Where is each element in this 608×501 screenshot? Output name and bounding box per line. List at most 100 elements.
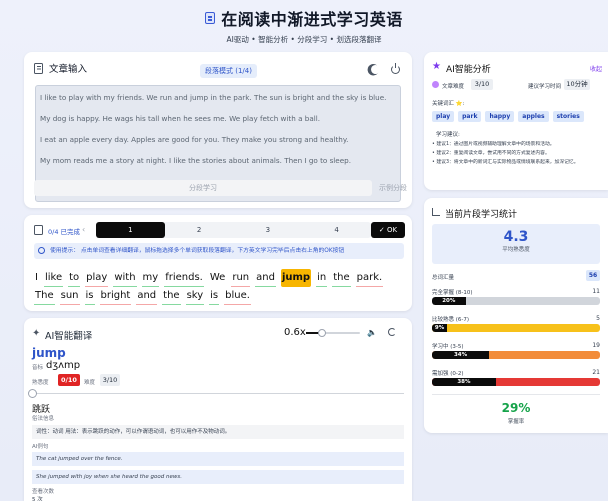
mastery-rate: 29% [501, 401, 531, 415]
usage-hint-text: 使用提示： 点击单词查看详细翻译，鼠标拖选择多个单词获取段落翻译，下方英文学习完… [50, 248, 345, 254]
reading-word[interactable]: is [84, 287, 95, 305]
difficulty-value: 3/10 [100, 374, 120, 386]
reading-word[interactable]: the [162, 287, 181, 305]
reading-word[interactable]: The [34, 287, 55, 305]
segment-stats-card: 当前片段学习统计 4.3 平均熟悉度 总词汇量 56 完全掌握 (8-10) 11… [424, 198, 608, 433]
refresh-icon[interactable] [388, 328, 396, 336]
reading-word[interactable]: bright [99, 287, 132, 305]
examples-label: AI例句 [32, 444, 49, 450]
stat-count: 19 [592, 342, 600, 349]
speed-slider[interactable] [306, 329, 360, 337]
segments-icon [34, 225, 43, 235]
article-difficulty-label: 文章难度 [442, 84, 465, 90]
reading-word[interactable]: jump [280, 269, 312, 287]
stat-bar-fill: 20% [432, 297, 466, 305]
page-subtitle: AI驱动 • 智能分析 • 分段学习 • 划选段落翻译 [226, 35, 382, 44]
sparkle-icon: ✦ [32, 328, 41, 339]
segment-tab-4[interactable]: 4 [302, 222, 371, 238]
selected-word: jump [32, 346, 66, 360]
reading-word[interactable]: the [332, 269, 351, 287]
segment-tab-1[interactable]: 1 [96, 222, 165, 238]
view-count: 5 次 [32, 497, 43, 501]
reading-word[interactable]: sun [59, 287, 80, 305]
stat-label: 需加强 (0-2) [432, 371, 464, 377]
segment-tab-3[interactable]: 3 [234, 222, 303, 238]
ok-button[interactable]: ✓ OK [371, 222, 405, 238]
reading-word[interactable]: like [43, 269, 64, 287]
reading-word[interactable]: friends. [164, 269, 204, 287]
reading-word[interactable]: my [141, 269, 160, 287]
keyword-tag[interactable]: stories [552, 111, 584, 122]
usage-box: 词性：动词 用法：表示跳跃的动作，可以作谓语动词，也可以用作不及物动词。 [32, 425, 404, 439]
info-icon [38, 247, 45, 254]
power-icon[interactable] [391, 63, 400, 74]
view-count-label: 查看次数 [32, 489, 55, 495]
reading-word[interactable]: is [209, 287, 220, 305]
ai-translate-card: ✦ AI智能翻译 0.6x 🔈 jump 音标 dʒʌmp 熟悉度 0/10 难… [24, 318, 412, 501]
phonetic-label: 音标 [32, 365, 44, 371]
reading-sentence: Ilike to play with my friends. We run and jump in t… [34, 269, 404, 305]
stat-bar: 34% [432, 351, 600, 359]
stat-label: 完全掌握 (8-10) [432, 290, 473, 296]
article-input-title: 文章输入 [49, 64, 88, 75]
ai-analysis-title: AI智能分析 [446, 65, 491, 75]
segment-tab-2[interactable]: 2 [165, 222, 234, 238]
reading-word[interactable]: to [68, 269, 81, 287]
keyword-tag[interactable]: play [432, 111, 455, 122]
reading-word[interactable]: in [316, 269, 328, 287]
mastery-rate-label: 掌握率 [507, 419, 525, 425]
star-icon: ★ [432, 61, 441, 72]
stat-bar-fill: 38% [432, 378, 496, 386]
split-study-button[interactable]: 分段学习 [34, 180, 372, 196]
tip-item: • 建议1：通过图片或视频辅助理解文章中的场景和活动。 [432, 142, 555, 147]
keywords-label: 关键词汇 ⭐: [432, 101, 465, 107]
familiarity-slider-knob[interactable] [28, 389, 37, 398]
stat-bar: 38% [432, 378, 600, 386]
familiarity-value: 0/10 [58, 374, 80, 386]
segment-reader-card: 0/4 已完成 ‹ 1234 ✓ OK 使用提示： 点击单词查看详细翻译，鼠标拖… [24, 215, 412, 311]
reading-word[interactable]: I [34, 269, 39, 287]
article-paragraph-3: I eat an apple every day. Apples are goo… [40, 135, 349, 144]
phonetic: dʒʌmp [46, 360, 81, 371]
reading-word[interactable]: sky [185, 287, 205, 305]
ai-translate-title: AI智能翻译 [45, 331, 93, 342]
keyword-tag[interactable]: happy [485, 111, 515, 122]
collapse-link[interactable]: 收起 [590, 64, 602, 73]
stat-row: 需加强 (0-2) 21 38% [432, 369, 600, 391]
example-sentence-1: The cat jumped over the fence. [32, 452, 404, 466]
example-split-button[interactable]: 示例分段 [376, 180, 410, 196]
reading-word[interactable]: and [255, 269, 276, 287]
difficulty-dot-icon [432, 81, 439, 88]
page-header: 在阅读中渐进式学习英语 AI驱动 • 智能分析 • 分段学习 • 划选段落翻译 [0, 6, 608, 45]
reading-word[interactable]: park. [355, 269, 384, 287]
speed-label: 0.6x [284, 327, 306, 338]
article-paragraph-1: I like to play with my friends. We run a… [40, 93, 387, 102]
reading-word[interactable]: We [209, 269, 226, 287]
tips-label: 学习建议: [436, 132, 460, 138]
average-box: 4.3 平均熟悉度 [432, 224, 600, 264]
speed-slider-knob[interactable] [318, 329, 327, 337]
familiarity-label: 熟悉度 [32, 380, 49, 386]
keyword-tag[interactable]: park [458, 111, 482, 122]
stat-bar: 9% [432, 324, 600, 332]
reading-word[interactable]: play [85, 269, 109, 287]
stat-bar-fill: 34% [432, 351, 490, 359]
familiarity-slider[interactable] [32, 393, 404, 394]
bar-chart-icon [432, 208, 440, 216]
tip-item: • 建议3：将文章中的新词汇与实际物品或情境联系起来，加深记忆。 [432, 160, 579, 165]
stat-label: 比较熟悉 (6-7) [432, 317, 470, 323]
total-vocab-label: 总词汇量 [432, 275, 455, 281]
speaker-icon[interactable]: 🔈 [367, 328, 377, 337]
keyword-tag[interactable]: apples [518, 111, 549, 122]
document-icon [34, 62, 43, 74]
chevron-left-icon[interactable]: ‹ [82, 225, 85, 234]
reading-word[interactable]: run [231, 269, 251, 287]
reading-word[interactable]: blue. [224, 287, 251, 305]
reading-word[interactable]: and [136, 287, 158, 305]
stats-title: 当前片段学习统计 [445, 210, 518, 220]
article-paragraph-4: My mom reads me a story at night. I like… [40, 156, 351, 165]
reading-word[interactable]: with [113, 269, 137, 287]
mode-badge[interactable]: 段落模式 (1/4) [200, 64, 257, 78]
stat-row: 学习中 (3-5) 19 34% [432, 342, 600, 364]
study-time-label: 建议学习时间 [528, 84, 562, 90]
